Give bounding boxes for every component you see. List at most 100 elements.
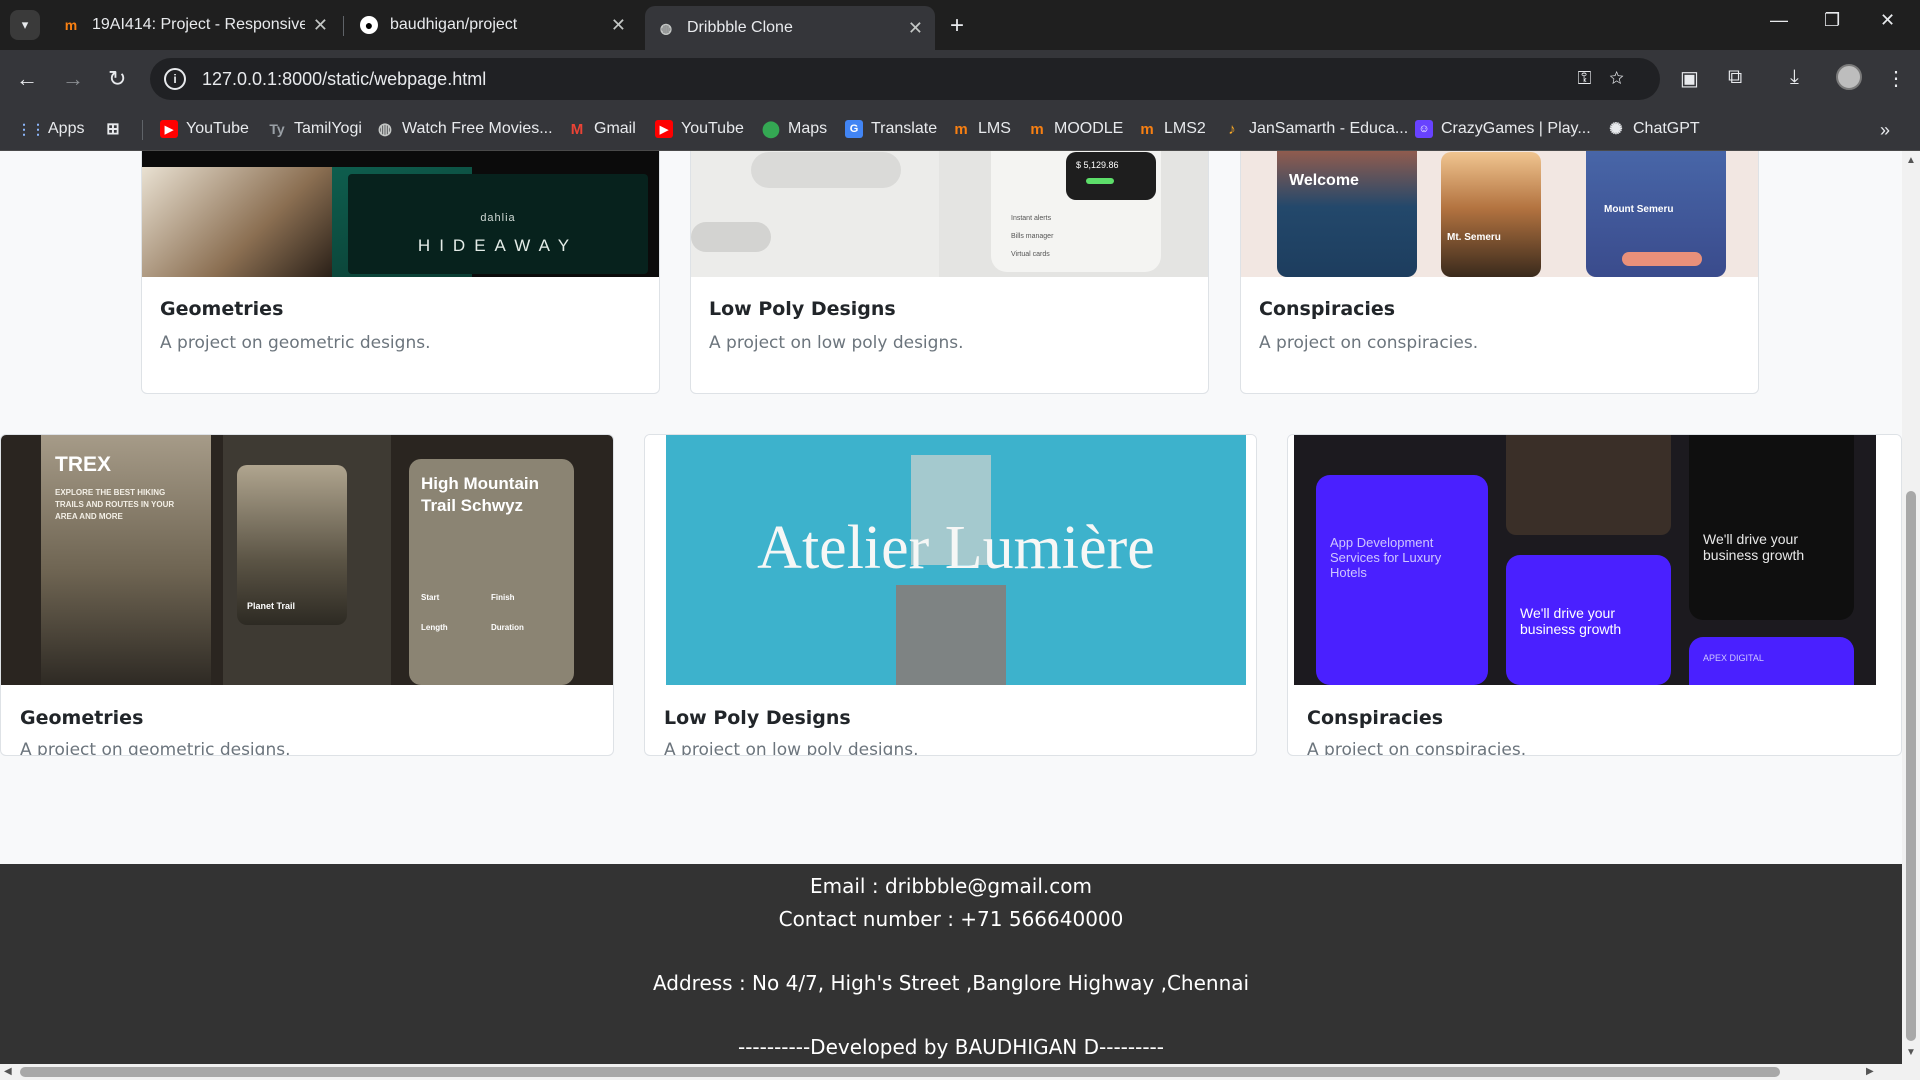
bookmark-label: TamilYogi bbox=[294, 120, 362, 137]
project-card-conspiracies-2[interactable]: App Development Services for Luxury Hote… bbox=[1287, 434, 1902, 756]
bookmark-youtube-2[interactable]: ▶ YouTube bbox=[655, 116, 744, 142]
password-key-icon[interactable]: ⚿ bbox=[1578, 68, 1610, 88]
project-card-geometries[interactable]: dahlia HIDEAWAY Geometries A project on … bbox=[141, 151, 660, 394]
project-card-geometries-2[interactable]: TREX EXPLORE THE BEST HIKING TRAILS AND … bbox=[0, 434, 614, 756]
globe-icon: ◍ bbox=[659, 19, 673, 36]
bookmark-moodle[interactable]: m MOODLE bbox=[1028, 116, 1123, 142]
bookmark-jansamarth[interactable]: ♪ JanSamarth - Educa... bbox=[1223, 116, 1408, 142]
moodle-icon: m bbox=[64, 17, 78, 33]
image-caption: APEX DIGITAL bbox=[1703, 653, 1764, 663]
bookmark-crazygames[interactable]: ☺ CrazyGames | Play... bbox=[1415, 116, 1591, 142]
forward-icon[interactable]: → bbox=[62, 66, 84, 92]
extensions-puzzle-icon[interactable]: ⧉ bbox=[1728, 66, 1742, 89]
tab-dribbble-clone[interactable]: ◍ Dribbble Clone ✕ bbox=[645, 6, 935, 50]
apex-mockup: App Development Services for Luxury Hote… bbox=[1294, 435, 1876, 685]
site-footer: Email : dribbble@gmail.com Contact numbe… bbox=[0, 864, 1902, 1064]
trails-phone: Planet Trail bbox=[223, 435, 391, 685]
globe-icon: ◍ bbox=[378, 121, 392, 138]
close-window-icon[interactable]: ✕ bbox=[1880, 10, 1895, 31]
bookmark-watch-free-movies[interactable]: ◍ Watch Free Movies... bbox=[376, 116, 553, 142]
card-title: Low Poly Designs bbox=[664, 707, 851, 729]
pill-shape bbox=[691, 222, 771, 252]
bookmark-label: CrazyGames | Play... bbox=[1441, 120, 1591, 137]
bookmark-label: LMS2 bbox=[1164, 120, 1206, 137]
translate-icon: G bbox=[845, 120, 863, 138]
bookmark-chatgpt[interactable]: ✺ ChatGPT bbox=[1607, 116, 1700, 142]
horizontal-scrollbar[interactable]: ◀ ▶ bbox=[0, 1064, 1920, 1080]
image-caption: Instant alerts bbox=[1011, 215, 1052, 222]
card-image: TREX EXPLORE THE BEST HIKING TRAILS AND … bbox=[1, 435, 613, 685]
image-caption: TREX bbox=[55, 453, 112, 476]
gmail-icon: M bbox=[570, 120, 584, 138]
image-caption: $ 5,129.86 bbox=[1076, 160, 1119, 170]
restore-icon[interactable]: ❐ bbox=[1824, 10, 1840, 31]
moodle-icon: m bbox=[1030, 120, 1044, 138]
tab-search-button[interactable]: ▾ bbox=[10, 10, 40, 40]
purple-card: App Development Services for Luxury Hote… bbox=[1316, 475, 1488, 685]
vertical-scrollbar[interactable]: ▲ ▼ bbox=[1902, 151, 1920, 1064]
card-image: App Development Services for Luxury Hote… bbox=[1288, 435, 1901, 685]
scroll-left-icon[interactable]: ◀ bbox=[4, 1066, 12, 1077]
phone-semeru: Mount Semeru bbox=[1586, 151, 1726, 277]
tab-project[interactable]: m 19AI414: Project - Responsive W ✕ bbox=[50, 6, 340, 44]
project-card-conspiracies[interactable]: Welcome Mt. Semeru Mount Semeru Conspira… bbox=[1240, 151, 1759, 394]
phone-welcome: Welcome bbox=[1277, 151, 1417, 277]
url-text[interactable]: 127.0.0.1:8000/static/webpage.html bbox=[202, 69, 486, 90]
horizontal-scroll-thumb[interactable] bbox=[20, 1067, 1780, 1077]
image-caption: Length bbox=[421, 623, 448, 632]
bookmark-maps[interactable]: ⬤ Maps bbox=[762, 116, 827, 142]
menu-kebab-icon[interactable]: ⋮ bbox=[1886, 66, 1906, 91]
profile-avatar[interactable] bbox=[1836, 64, 1862, 90]
download-icon[interactable]: ⤓ bbox=[1790, 66, 1799, 89]
bookmark-tamilyogi[interactable]: Ty TamilYogi bbox=[268, 116, 362, 142]
bookmark-tab-groups[interactable]: ⊞ bbox=[104, 116, 130, 142]
new-tab-icon[interactable]: + bbox=[950, 12, 964, 40]
youtube-icon: ▶ bbox=[655, 120, 673, 138]
image-caption: We'll drive your business growth bbox=[1703, 531, 1805, 563]
more-bookmarks-icon[interactable]: » bbox=[1880, 120, 1890, 141]
close-tab-icon[interactable]: ✕ bbox=[611, 15, 626, 36]
atelier-poster: Atelier Lumière bbox=[666, 435, 1246, 685]
bookmark-translate[interactable]: G Translate bbox=[845, 116, 937, 142]
image-caption: High Mountain Trail Schwyz bbox=[421, 474, 540, 515]
bookmark-label: Translate bbox=[871, 120, 938, 137]
address-bar[interactable]: i 127.0.0.1:8000/static/webpage.html ⚿☆ bbox=[150, 58, 1660, 100]
bookmark-apps[interactable]: ⋮⋮ Apps bbox=[17, 116, 84, 142]
hotel-card bbox=[1506, 435, 1671, 535]
bookmark-lms[interactable]: m LMS bbox=[952, 116, 1011, 142]
card-title: Geometries bbox=[20, 707, 144, 729]
card-title: Conspiracies bbox=[1259, 298, 1396, 320]
bookmark-lms2[interactable]: m LMS2 bbox=[1138, 116, 1206, 142]
bookmark-star-icon[interactable]: ☆ bbox=[1609, 68, 1642, 88]
close-tab-icon[interactable]: ✕ bbox=[313, 15, 328, 36]
close-tab-icon[interactable]: ✕ bbox=[908, 18, 923, 39]
footer-credit: ----------Developed by BAUDHIGAN D------… bbox=[738, 1035, 1164, 1059]
card-image: dahlia HIDEAWAY bbox=[142, 151, 659, 277]
bookmark-label: LMS bbox=[978, 120, 1011, 137]
scroll-right-icon[interactable]: ▶ bbox=[1866, 1066, 1874, 1077]
back-icon[interactable]: ← bbox=[16, 66, 38, 92]
bookmark-youtube[interactable]: ▶ YouTube bbox=[160, 116, 249, 142]
scroll-up-icon[interactable]: ▲ bbox=[1906, 155, 1916, 166]
navigation-toolbar: ← → ↻ i 127.0.0.1:8000/static/webpage.ht… bbox=[0, 50, 1920, 108]
reload-icon[interactable]: ↻ bbox=[108, 66, 126, 92]
jansamarth-icon: ♪ bbox=[1228, 120, 1236, 138]
site-info-icon[interactable]: i bbox=[164, 68, 186, 90]
bookmark-gmail[interactable]: M Gmail bbox=[568, 116, 636, 142]
omnibox-actions: ⚿☆ bbox=[1578, 68, 1642, 89]
bookmark-label: ChatGPT bbox=[1633, 120, 1700, 137]
scroll-down-icon[interactable]: ▼ bbox=[1906, 1047, 1916, 1058]
extension-icon[interactable]: ▣ bbox=[1680, 66, 1699, 91]
status-bar bbox=[1086, 178, 1114, 184]
vertical-scroll-thumb[interactable] bbox=[1906, 491, 1916, 1041]
project-card-low-poly-2[interactable]: Atelier Lumière Low Poly Designs A proje… bbox=[644, 434, 1257, 756]
tab-github[interactable]: ● baudhigan/project ✕ bbox=[348, 6, 638, 44]
project-card-low-poly[interactable]: $ 5,129.86 Instant alerts Bills manager … bbox=[690, 151, 1209, 394]
card-title: Conspiracies bbox=[1307, 707, 1444, 729]
minimize-icon[interactable]: — bbox=[1770, 10, 1788, 31]
image-caption: EXPLORE THE BEST HIKING TRAILS AND ROUTE… bbox=[55, 488, 175, 521]
bookmark-label: Watch Free Movies... bbox=[402, 120, 553, 137]
bookmark-label: YouTube bbox=[681, 120, 744, 137]
youtube-icon: ▶ bbox=[160, 120, 178, 138]
bookmark-divider bbox=[142, 120, 143, 140]
